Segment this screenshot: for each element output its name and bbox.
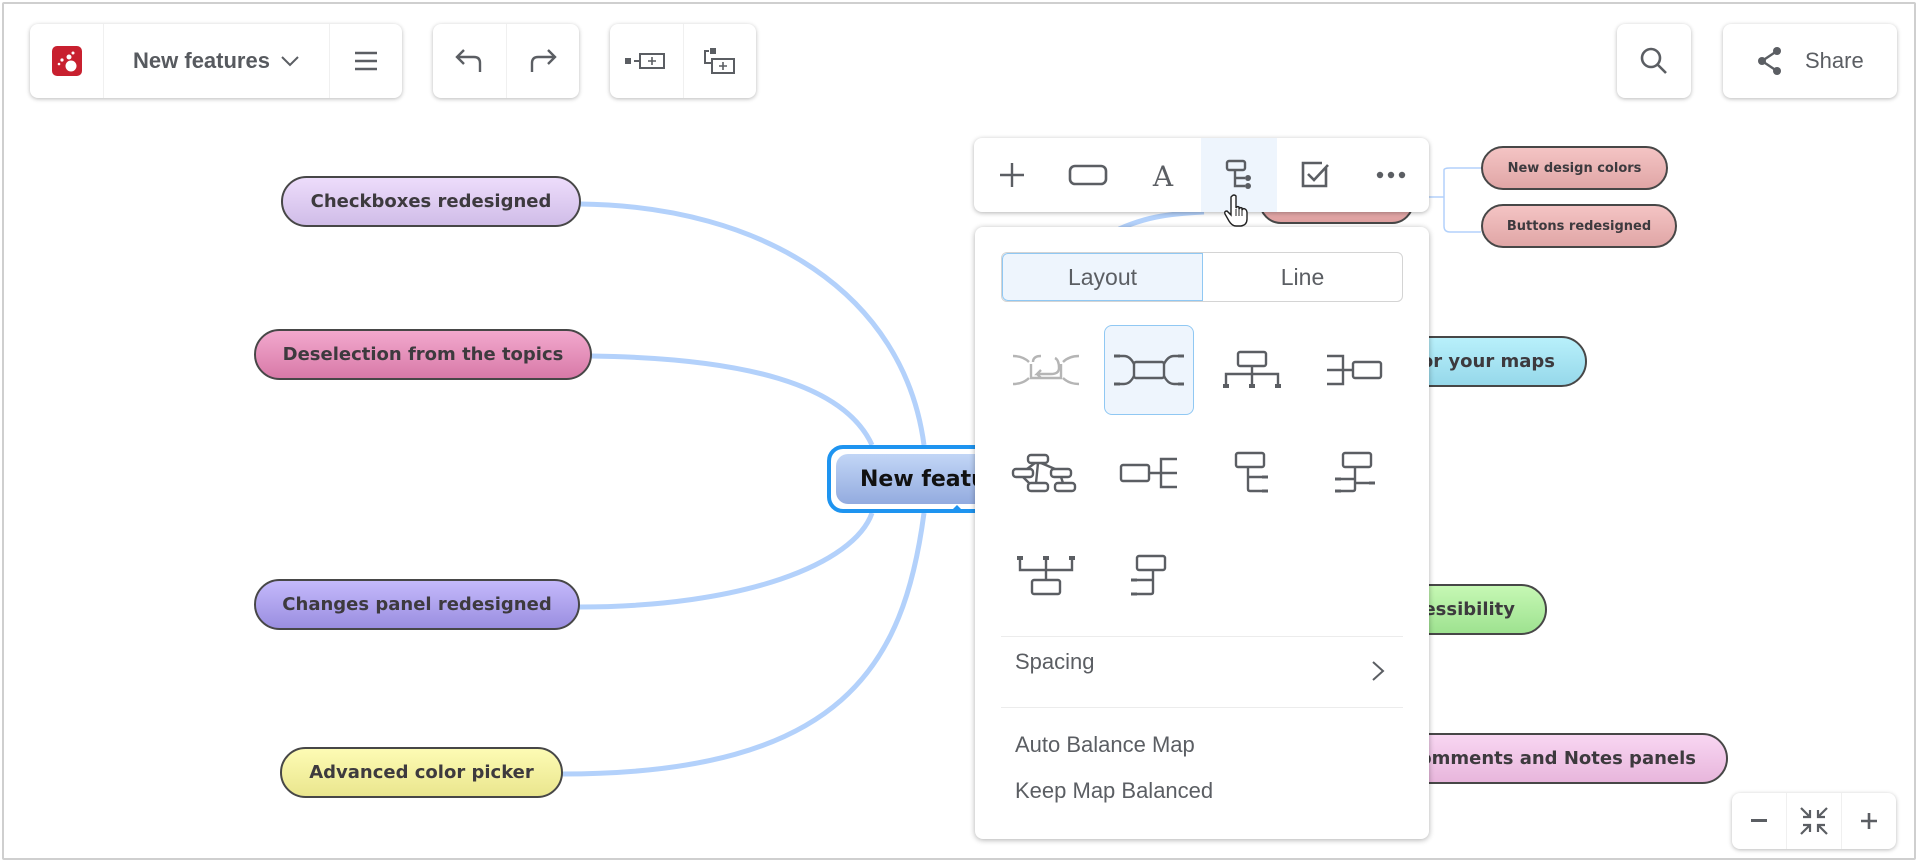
map-title-dropdown[interactable]: New features <box>104 24 330 98</box>
layout-option-left-tree[interactable] <box>1310 325 1400 415</box>
connectors <box>561 167 1481 777</box>
left-tree-layout-icon <box>1327 354 1383 386</box>
share-icon <box>1758 47 1781 75</box>
plus-icon <box>999 163 1024 187</box>
insert-topic-toolbar <box>610 24 756 98</box>
undo-icon <box>455 49 482 72</box>
map-title: New features <box>133 48 270 73</box>
tab-line[interactable]: Line <box>1203 253 1402 301</box>
shape-button[interactable] <box>1050 138 1126 212</box>
hamburger-menu-icon <box>355 51 377 71</box>
topic-advanced-color-picker[interactable]: Advanced color picker <box>280 747 563 798</box>
layout-option-auto[interactable] <box>1001 325 1091 415</box>
layout-tree-icon <box>1226 159 1252 189</box>
more-button[interactable] <box>1353 138 1429 212</box>
add-topic-button[interactable] <box>974 138 1050 212</box>
connector-changes <box>578 512 875 610</box>
list-left-layout-icon <box>1131 554 1167 596</box>
task-button[interactable] <box>1277 138 1353 212</box>
auto-layout-icon <box>1012 354 1080 386</box>
connector-checkboxes <box>579 201 927 446</box>
search-toolbar <box>1617 24 1691 98</box>
right-tree-layout-icon <box>1119 457 1177 489</box>
layout-option-list-both[interactable] <box>1310 428 1400 518</box>
spacing-menu-item[interactable]: Spacing <box>1015 649 1390 689</box>
chevron-down-icon <box>281 56 299 67</box>
app-logo-button[interactable] <box>30 24 104 98</box>
add-sibling-topic-button[interactable] <box>610 24 684 98</box>
plus-icon <box>1861 813 1877 829</box>
subtopic-bracket <box>1429 167 1481 233</box>
keep-map-balanced-item[interactable]: Keep Map Balanced <box>1015 778 1213 804</box>
svg-text:A: A <box>1152 161 1174 189</box>
topic-toolbar: A <box>974 138 1429 212</box>
tab-layout[interactable]: Layout <box>1002 253 1203 301</box>
rectangle-icon <box>1068 164 1107 186</box>
zoom-out-button[interactable] <box>1732 793 1787 849</box>
topic-checkboxes-redesigned[interactable]: Checkboxes redesigned <box>281 176 581 227</box>
subtopic-buttons-redesigned[interactable]: Buttons redesigned <box>1481 204 1677 248</box>
layout-option-free-map[interactable] <box>1001 428 1091 518</box>
list-right-layout-icon <box>1234 451 1268 493</box>
share-button[interactable]: Share <box>1723 24 1898 98</box>
zoom-in-button[interactable] <box>1842 793 1896 849</box>
minus-icon <box>1751 819 1767 822</box>
connector-advanced <box>561 512 927 777</box>
hand-cursor-icon <box>1224 194 1248 227</box>
topic-deselection[interactable]: Deselection from the topics <box>254 329 592 380</box>
topic-comments-notes[interactable]: omments and Notes panels <box>1384 733 1728 784</box>
layout-option-right-tree[interactable] <box>1104 428 1194 518</box>
share-label: Share <box>1805 48 1864 73</box>
free-map-layout-icon <box>1011 453 1077 493</box>
add-sibling-topic-icon <box>625 53 666 69</box>
mind-map-layout-icon <box>1114 354 1184 386</box>
org-chart-up-layout-icon <box>1017 556 1075 596</box>
subtopic-new-design-colors[interactable]: New design colors <box>1481 146 1668 190</box>
mindmeister-logo-icon <box>51 46 82 76</box>
layout-option-list-right[interactable] <box>1207 428 1297 518</box>
more-dots-icon <box>1376 171 1406 179</box>
layout-line-tabs: Layout Line <box>1001 252 1403 302</box>
list-both-layout-icon <box>1335 451 1375 493</box>
layout-popup: Layout Line Spacing Auto Balance Map Kee… <box>975 227 1429 839</box>
layout-option-org-chart-up[interactable] <box>1001 531 1091 621</box>
layout-option-mind-map[interactable] <box>1104 325 1194 415</box>
add-child-topic-button[interactable] <box>684 24 757 98</box>
connector-deselection <box>590 353 875 447</box>
chevron-right-icon <box>1372 661 1385 681</box>
popup-divider <box>1001 636 1403 637</box>
auto-balance-map-item[interactable]: Auto Balance Map <box>1015 732 1195 758</box>
fit-to-screen-icon <box>1800 807 1828 835</box>
zoom-controls <box>1732 793 1896 849</box>
layout-option-list-left[interactable] <box>1104 531 1194 621</box>
map-title-toolbar: New features <box>30 24 402 98</box>
spacing-label: Spacing <box>1015 649 1095 674</box>
text-style-button[interactable]: A <box>1126 138 1202 212</box>
redo-icon <box>530 49 557 72</box>
history-toolbar <box>433 24 579 98</box>
org-chart-layout-icon <box>1223 350 1281 388</box>
main-menu-button[interactable] <box>330 24 402 98</box>
add-child-topic-icon <box>703 48 735 74</box>
layout-options <box>1001 325 1411 621</box>
checkbox-icon <box>1301 161 1330 188</box>
undo-button[interactable] <box>433 24 507 98</box>
search-icon <box>1640 47 1667 74</box>
topic-changes-panel[interactable]: Changes panel redesigned <box>254 579 580 630</box>
map-canvas[interactable]: Checkboxes redesigned Deselection from t… <box>2 2 1916 860</box>
layout-option-org-chart[interactable] <box>1207 325 1297 415</box>
search-button[interactable] <box>1617 24 1691 98</box>
popup-divider <box>1001 707 1403 708</box>
share-toolbar: Share <box>1723 24 1897 98</box>
selection-notch <box>949 505 965 513</box>
redo-button[interactable] <box>507 24 580 98</box>
font-icon: A <box>1152 161 1174 189</box>
fit-to-screen-button[interactable] <box>1787 793 1842 849</box>
